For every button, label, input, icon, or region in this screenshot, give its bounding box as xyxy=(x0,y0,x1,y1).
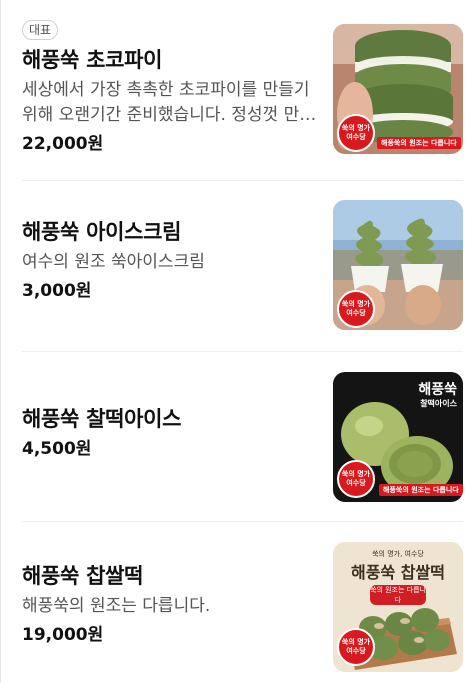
menu-item-image[interactable]: 쑥의 명가, 여수당 해풍쑥 찹쌀떡 쑥의 원조는 다릅니다 쑥의 명가 여수당 xyxy=(333,542,463,672)
slogan-ribbon: 해풍쑥의 원조는 다릅니다 xyxy=(377,137,461,149)
menu-item-name: 해풍쑥 찹쌀떡 xyxy=(22,564,144,588)
signature-badge: 대표 xyxy=(22,20,59,40)
image-title: 해풍쑥 xyxy=(418,382,457,398)
image-subtitle: 찰떡아이스 xyxy=(420,399,457,408)
menu-item-description: 여수의 원조 쑥아이스크림 xyxy=(22,252,205,272)
image-top-text: 쑥의 명가, 여수당 xyxy=(372,550,424,558)
brand-stamp: 쑥의 명가 여수당 xyxy=(337,460,375,498)
menu-item-text: 해풍쑥 아이스크림 여수의 원조 쑥아이스크림 3,000원 xyxy=(22,218,318,303)
menu-item-rice-cake[interactable]: 해풍쑥 찹쌀떡 해풍쑥의 원조는 다릅니다. 19,000원 쑥의 명가, 여수… xyxy=(0,522,468,683)
menu-item-price: 3,000원 xyxy=(22,281,92,301)
image-pill: 쑥의 원조는 다릅니다 xyxy=(370,585,426,605)
brand-stamp: 쑥의 명가 여수당 xyxy=(337,114,375,152)
brand-stamp: 쑥의 명가 여수당 xyxy=(337,628,375,666)
menu-item-text: 해풍쑥 찰떡아이스 4,500원 xyxy=(22,405,318,461)
menu-item-description: 세상에서 가장 촉촉한 초코파이를 만들기 위해 오랜기간 준비했습니다. 정성… xyxy=(22,80,315,125)
menu-item-chocopie[interactable]: 대표 해풍쑥 초코파이 세상에서 가장 촉촉한 초코파이를 만들기 위해 오랜기… xyxy=(0,0,468,180)
image-title: 해풍쑥 찹쌀떡 xyxy=(351,563,445,582)
menu-item-name: 해풍쑥 아이스크림 xyxy=(22,220,182,244)
menu-item-price: 19,000원 xyxy=(22,625,104,645)
brand-stamp: 쑥의 명가 여수당 xyxy=(337,290,375,328)
menu-item-text: 해풍쑥 찹쌀떡 해풍쑥의 원조는 다릅니다. 19,000원 xyxy=(22,562,318,647)
menu-item-image[interactable]: 해풍쑥 찰떡아이스 쑥의 명가 여수당 해풍쑥의 원조는 다릅니다 xyxy=(333,372,463,502)
menu-item-text: 대표 해풍쑥 초코파이 세상에서 가장 촉촉한 초코파이를 만들기 위해 오랜기… xyxy=(22,19,318,156)
menu-item-image[interactable]: 쑥의 명가 여수당 xyxy=(333,200,463,330)
menu-item-mochi-ice[interactable]: 해풍쑥 찰떡아이스 4,500원 해풍쑥 찰떡아이스 쑥의 명가 여수당 해풍쑥… xyxy=(0,352,468,521)
menu-item-price: 4,500원 xyxy=(22,439,92,459)
menu-item-name: 해풍쑥 초코파이 xyxy=(22,48,163,72)
menu-item-description: 해풍쑥의 원조는 다릅니다. xyxy=(22,596,211,616)
slogan-ribbon: 해풍쑥의 원조는 다릅니다 xyxy=(379,484,463,496)
menu-item-price: 22,000원 xyxy=(22,134,104,154)
menu-item-image[interactable]: 쑥의 명가 여수당 해풍쑥의 원조는 다릅니다 xyxy=(333,24,463,154)
menu-item-icecream[interactable]: 해풍쑥 아이스크림 여수의 원조 쑥아이스크림 3,000원 쑥의 명가 여수당 xyxy=(0,181,468,351)
menu-item-name: 해풍쑥 찰떡아이스 xyxy=(22,407,182,431)
